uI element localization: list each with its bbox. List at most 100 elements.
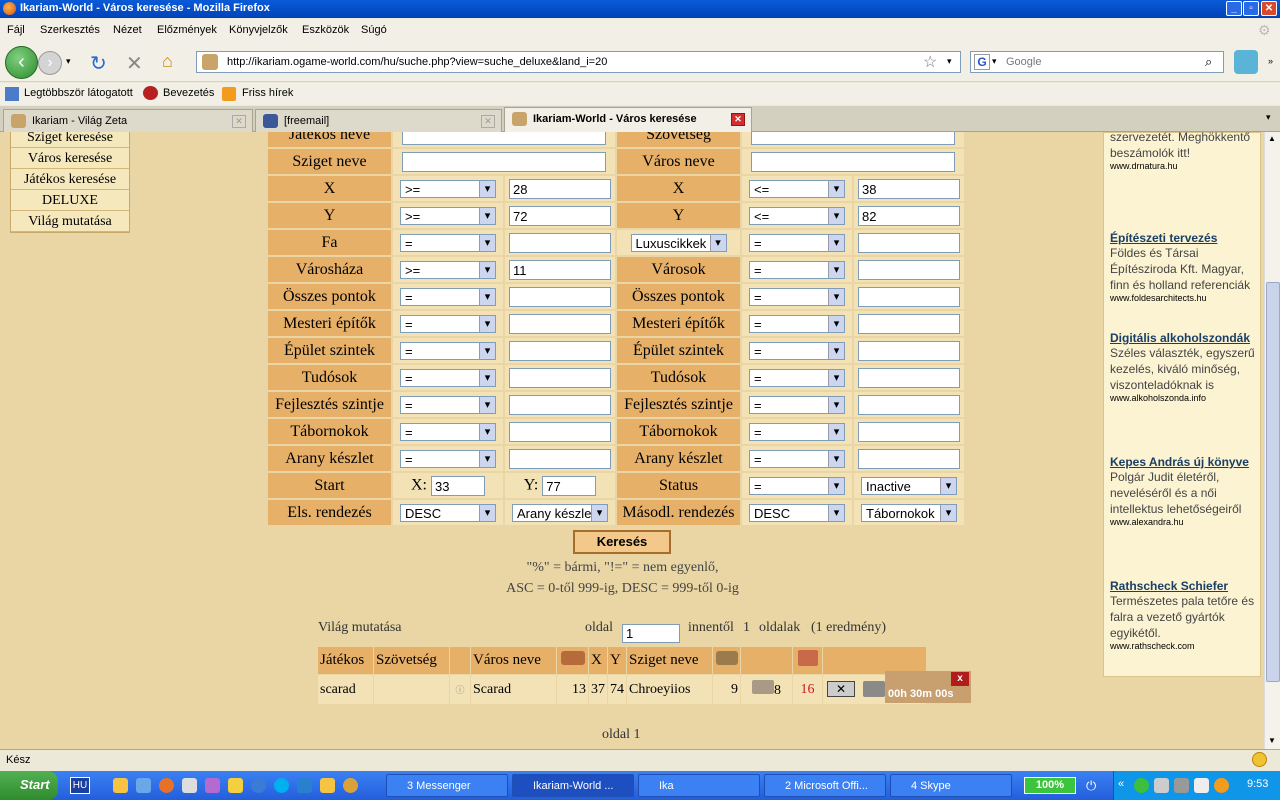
right-operator-select[interactable]: = [749,395,845,414]
tray-icon[interactable] [1194,778,1209,793]
world-view-link[interactable]: Világ mutatása [318,620,402,636]
left-value-input[interactable] [509,232,611,253]
spy-icon[interactable]: ✕ [827,681,855,697]
right-operator-select[interactable]: = [749,287,845,306]
ad-url[interactable]: www.alkoholszonda.info [1110,393,1260,403]
left-operator-select[interactable]: = [400,368,496,387]
left-operator-select[interactable]: = [400,422,496,441]
right-value-input[interactable] [858,340,960,361]
start-y-input[interactable]: 77 [542,475,597,496]
right-value-input[interactable] [858,367,960,388]
ad-url[interactable]: www.alexandra.hu [1110,517,1260,527]
col-y[interactable]: Y [607,646,627,675]
right-operator-select[interactable]: = [749,368,845,387]
ad-url[interactable]: www.rathscheck.com [1110,641,1260,651]
firefox-quicklaunch-icon[interactable] [159,778,174,793]
left-value-input[interactable] [509,340,611,361]
quicklaunch-icon[interactable] [113,778,128,793]
media-quicklaunch-icon[interactable] [251,778,266,793]
right-value-input[interactable] [858,232,960,253]
bookmark-intro[interactable]: Bevezetés [163,87,214,99]
left-value-input[interactable] [509,367,611,388]
left-operator-select[interactable]: = [400,395,496,414]
left-operator-select[interactable]: = [400,314,496,333]
tab-list-icon[interactable]: ▾ [1266,112,1271,123]
bookmark-news[interactable]: Friss hírek [242,87,293,99]
ad-title[interactable]: Rathscheck Schiefer [1110,579,1260,593]
alliance-input[interactable] [751,132,955,145]
menu-file[interactable]: Fájl [7,24,25,36]
search-bar[interactable]: G ▾ Google ⌕ [970,51,1224,73]
right-operator-select[interactable]: <= [749,206,845,225]
maximize-button[interactable]: ▫ [1243,1,1259,16]
ad-title[interactable]: Építészeti tervezés [1110,231,1260,245]
tray-icon[interactable] [1214,778,1229,793]
left-operator-select[interactable]: >= [400,260,496,279]
stop-icon[interactable]: ✕ [126,51,143,76]
url-text[interactable]: http://ikariam.ogame-world.com/hu/suche.… [227,56,607,68]
tab-ikariam-zeta[interactable]: Ikariam - Világ Zeta ✕ [3,109,253,132]
nav-player-search[interactable]: Játékos keresése [11,169,129,190]
info-icon[interactable]: ⓘ [449,674,471,705]
player-name-input[interactable] [402,132,606,145]
ad-block[interactable]: Rathscheck Schiefer Természetes pala tet… [1110,579,1260,651]
timer-close-icon[interactable]: x [951,672,969,686]
search-magnifier-icon[interactable]: ⌕ [1205,54,1212,70]
col-alliance[interactable]: Szövetség [373,646,450,675]
tab-ikariam-world[interactable]: Ikariam-World - Város keresése ✕ [504,107,752,133]
luxury-type-select[interactable]: Luxuscikkek [630,233,727,252]
col-island[interactable]: Sziget neve [626,646,713,675]
right-operator-select[interactable]: = [749,314,845,333]
quicklaunch-icon[interactable] [205,778,220,793]
right-value-input[interactable] [858,394,960,415]
menu-history[interactable]: Előzmények [157,24,217,36]
history-dropdown-icon[interactable]: ▾ [66,56,71,67]
left-operator-select[interactable]: = [400,233,496,252]
search-button[interactable]: Keresés [573,530,671,554]
ie-quicklaunch-icon[interactable] [297,778,312,793]
page-input[interactable]: 1 [622,624,680,643]
row-island[interactable]: Chroeyiios [626,674,713,705]
col-player[interactable]: Játékos [317,646,374,675]
right-value-input[interactable]: 38 [858,178,960,199]
row-city[interactable]: Scarad [470,674,557,705]
col-wood[interactable] [712,646,741,675]
ad-url[interactable]: www.drnatura.hu [1110,161,1260,171]
left-value-input[interactable] [509,448,611,469]
nav-island-search[interactable]: Sziget keresése [11,132,129,148]
primary-sort-field-select[interactable]: Arany készlet [512,503,608,522]
toolbar-overflow-icon[interactable]: » [1268,56,1273,66]
power-icon[interactable]: ⏻ [1086,778,1096,794]
ad-block[interactable]: szervezetét. Meghökkentő beszámolók itt!… [1110,132,1260,171]
secondary-sort-field-select[interactable]: Tábornokok [861,503,957,522]
menu-bookmarks[interactable]: Könyvjelzők [229,24,288,36]
col-temple[interactable] [792,646,823,675]
secondary-sort-direction-select[interactable]: DESC [749,503,845,522]
task-office[interactable]: 2 Microsoft Offi... [764,774,886,797]
reload-icon[interactable]: ↻ [90,51,107,76]
left-value-input[interactable]: 11 [509,259,611,280]
right-operator-select[interactable]: = [749,260,845,279]
nav-city-search[interactable]: Város keresése [11,148,129,169]
task-firefox[interactable]: Ikariam-World ... [512,774,634,797]
scroll-up-icon[interactable]: ▲ [1268,134,1276,143]
tab-close-icon[interactable]: ✕ [232,115,246,128]
ad-title[interactable]: Kepes András új könyve [1110,455,1260,469]
task-messenger[interactable]: 3 Messenger [386,774,508,797]
left-operator-select[interactable]: >= [400,206,496,225]
menu-tools[interactable]: Eszközök [302,24,349,36]
right-operator-select[interactable]: <= [749,179,845,198]
clock[interactable]: 9:53 [1247,778,1268,790]
close-button[interactable]: ✕ [1261,1,1277,16]
ad-block[interactable]: Digitális alkoholszondák Széles választé… [1110,331,1260,403]
left-operator-select[interactable]: >= [400,179,496,198]
right-operator-select[interactable]: = [749,449,845,468]
url-bar[interactable]: http://ikariam.ogame-world.com/hu/suche.… [196,51,961,73]
bookmark-most-visited[interactable]: Legtöbbször látogatott [24,87,133,99]
right-operator-select[interactable]: = [749,341,845,360]
smiley-addon-icon[interactable] [1252,752,1267,767]
left-value-input[interactable] [509,394,611,415]
col-townhall[interactable] [556,646,589,675]
left-operator-select[interactable]: = [400,341,496,360]
city-name-input[interactable] [751,151,955,172]
